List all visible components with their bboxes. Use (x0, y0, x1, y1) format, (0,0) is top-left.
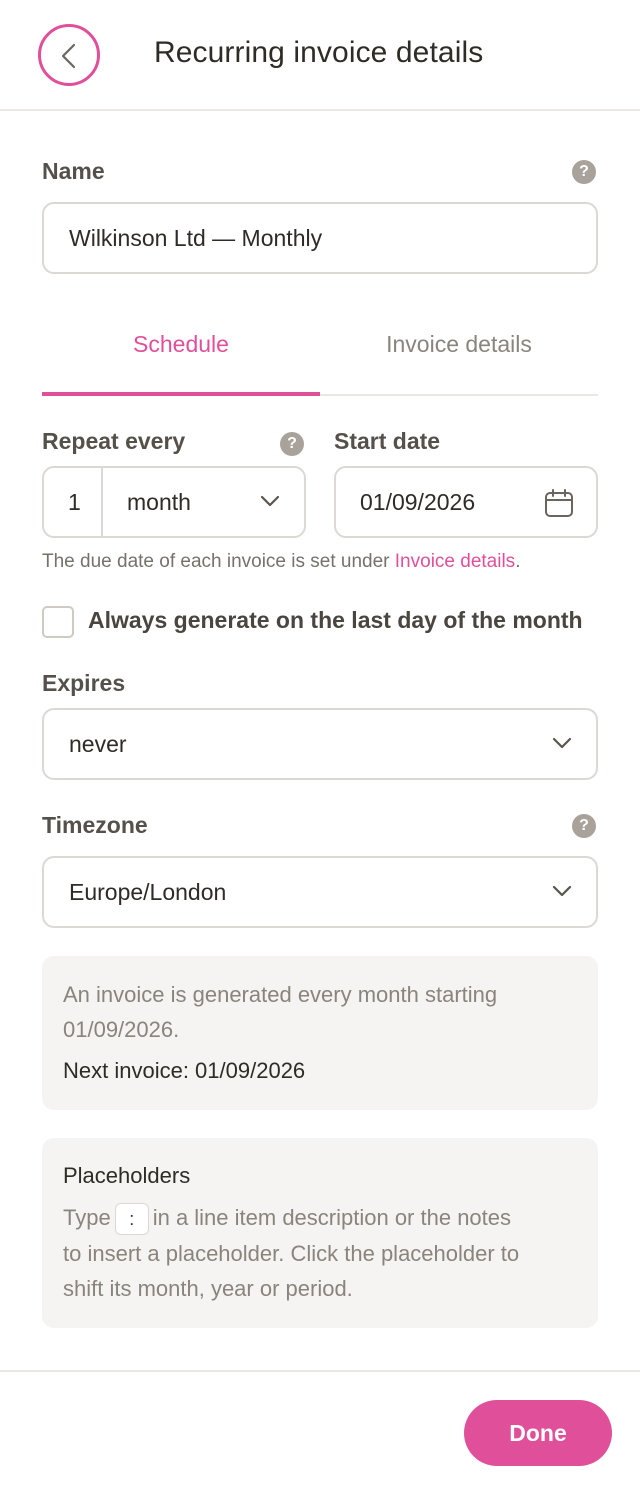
done-button[interactable]: Done (464, 1400, 612, 1466)
summary-line-1: An invoice is generated every month star… (63, 982, 498, 1007)
last-day-checkbox[interactable] (42, 606, 74, 638)
repeat-field: 1 month (42, 466, 306, 538)
footer-divider (0, 1370, 640, 1372)
repeat-divider (101, 468, 103, 536)
tab-schedule[interactable]: Schedule (42, 331, 320, 358)
colon-key-badge: : (114, 1203, 149, 1236)
due-note-text: The due date of each invoice is set unde… (42, 551, 395, 572)
repeat-count-input[interactable]: 1 (68, 489, 81, 516)
timezone-label: Timezone (42, 812, 148, 838)
back-button[interactable] (38, 24, 100, 86)
summary-line-2: 01/09/2026. (63, 1017, 180, 1042)
next-invoice-text: Next invoice: 01/09/2026 (63, 1058, 306, 1083)
placeholders-line-2: to insert a placeholder. Click the place… (63, 1241, 520, 1266)
due-date-note: The due date of each invoice is set unde… (42, 551, 520, 573)
timezone-value: Europe/London (69, 879, 227, 905)
timezone-select[interactable]: Europe/London (42, 856, 598, 928)
placeholders-line-1: Type: in a line item description or the n… (63, 1200, 512, 1236)
repeat-help-icon[interactable]: ? (280, 432, 304, 456)
start-date-input[interactable]: 01/09/2026 (334, 466, 598, 538)
name-label: Name (42, 158, 105, 184)
name-input-value: Wilkinson Ltd — Monthly (69, 225, 323, 251)
name-input[interactable]: Wilkinson Ltd — Monthly (42, 202, 598, 274)
tab-active-indicator (42, 392, 320, 396)
placeholders-title: Placeholders (63, 1163, 191, 1188)
due-note-suffix: . (515, 551, 521, 572)
start-date-value: 01/09/2026 (360, 489, 476, 515)
chevron-left-icon (61, 43, 76, 69)
chevron-down-icon (552, 885, 572, 897)
invoice-details-link[interactable]: Invoice details (395, 551, 515, 572)
expires-value: never (69, 731, 127, 757)
calendar-icon[interactable] (544, 488, 574, 518)
schedule-summary: An invoice is generated every month star… (42, 956, 598, 1110)
placeholders-line-3: shift its month, year or period. (63, 1276, 353, 1301)
placeholders-type-text: Type (63, 1205, 111, 1230)
chevron-down-icon (260, 495, 280, 507)
tab-invoice-details[interactable]: Invoice details (320, 331, 598, 358)
placeholders-after-key-text: in a line item description or the notes (152, 1205, 512, 1230)
chevron-down-icon (552, 737, 572, 749)
timezone-help-icon[interactable]: ? (572, 814, 596, 838)
page-title: Recurring invoice details (154, 36, 484, 69)
expires-label: Expires (42, 670, 126, 696)
repeat-unit-select[interactable]: month (127, 489, 191, 516)
header: Recurring invoice details (0, 0, 640, 111)
start-date-label: Start date (334, 428, 441, 454)
name-help-icon[interactable]: ? (572, 160, 596, 184)
repeat-label: Repeat every (42, 428, 186, 454)
placeholders-panel: Placeholders Type: in a line item descrip… (42, 1138, 598, 1328)
expires-select[interactable]: never (42, 708, 598, 780)
last-day-checkbox-label[interactable]: Always generate on the last day of the m… (88, 607, 583, 634)
